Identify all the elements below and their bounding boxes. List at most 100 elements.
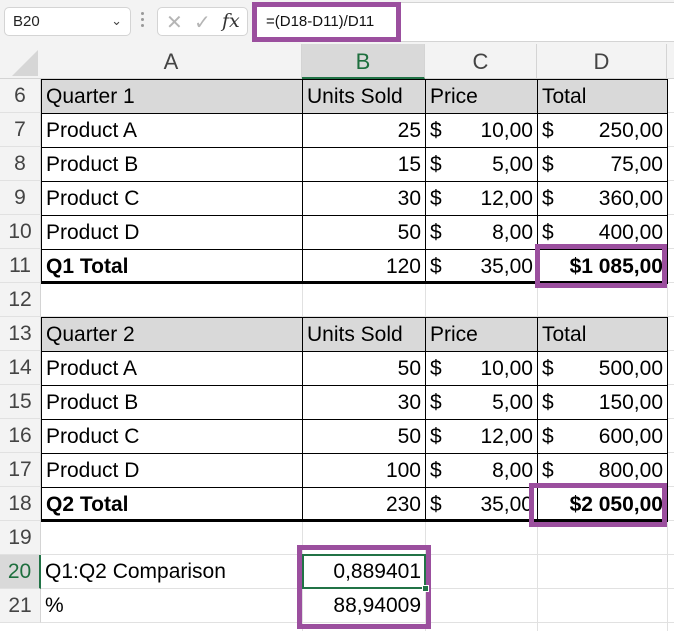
cell-a14[interactable]: Product A — [41, 351, 303, 386]
cell-d17[interactable]: $800,00 — [537, 453, 668, 488]
cell-c9[interactable]: $12,00 — [425, 181, 538, 216]
cell-a16[interactable]: Product C — [41, 419, 303, 454]
cell-a17[interactable]: Product D — [41, 453, 303, 488]
cell-value: 5,00 — [492, 391, 533, 414]
column-header-a[interactable]: A — [41, 44, 302, 79]
cell-c7[interactable]: $10,00 — [425, 113, 538, 148]
cell-c10[interactable]: $8,00 — [425, 215, 538, 250]
cell-a20[interactable]: Q1:Q2 Comparison — [41, 555, 302, 589]
cell-a7[interactable]: Product A — [41, 113, 303, 148]
currency-symbol: $ — [542, 119, 554, 142]
cell-d10[interactable]: $400,00 — [537, 215, 668, 250]
cell-value: 800,00 — [598, 459, 663, 482]
cell-d9[interactable]: $360,00 — [537, 181, 668, 216]
currency-symbol: $ — [542, 391, 554, 414]
currency-symbol: $ — [542, 153, 554, 176]
cell-a21[interactable]: % — [41, 589, 302, 623]
cell-a10[interactable]: Product D — [41, 215, 303, 250]
cell-a13[interactable]: Quarter 2 — [41, 317, 303, 352]
cell-c11[interactable]: $35,00 — [425, 249, 538, 284]
cell-b17[interactable]: 100 — [302, 453, 426, 488]
cell-b8[interactable]: 15 — [302, 147, 426, 182]
cell-value: 500,00 — [598, 357, 663, 380]
row-header-19[interactable]: 19 — [0, 521, 41, 555]
cell-d16[interactable]: $600,00 — [537, 419, 668, 454]
active-cell-b20[interactable] — [302, 554, 429, 592]
row-header-21[interactable]: 21 — [0, 589, 41, 623]
formula-buttons: ✕ ✓ fx — [157, 7, 248, 36]
cell-c18[interactable]: $35,00 — [425, 487, 538, 522]
row-header-20[interactable]: 20 — [0, 555, 41, 589]
drag-handle-icon[interactable] — [141, 12, 145, 30]
cell-c14[interactable]: $10,00 — [425, 351, 538, 386]
cell-d7[interactable]: $250,00 — [537, 113, 668, 148]
chevron-down-icon[interactable]: ⌄ — [111, 13, 122, 29]
cell-d13[interactable]: Total — [537, 317, 668, 352]
cell-b13[interactable]: Units Sold — [302, 317, 426, 352]
cell-a18[interactable]: Q2 Total — [41, 487, 303, 522]
name-box[interactable]: B20 ⌄ — [4, 7, 131, 36]
row-header-14[interactable]: 14 — [0, 351, 41, 385]
cell-b14[interactable]: 50 — [302, 351, 426, 386]
cell-c8[interactable]: $5,00 — [425, 147, 538, 182]
cell-d6[interactable]: Total — [537, 79, 668, 114]
cell-b16[interactable]: 50 — [302, 419, 426, 454]
row-header-12[interactable]: 12 — [0, 283, 41, 317]
cell-d18[interactable]: $2 050,00 — [537, 487, 668, 522]
row-header-17[interactable]: 17 — [0, 453, 41, 487]
cell-b15[interactable]: 30 — [302, 385, 426, 420]
cell-b10[interactable]: 50 — [302, 215, 426, 250]
cell-value: 35,00 — [480, 493, 533, 516]
row-header-13[interactable]: 13 — [0, 317, 41, 351]
select-all-button[interactable] — [0, 44, 41, 79]
row-header-18[interactable]: 18 — [0, 487, 41, 521]
formula-input[interactable]: =(D18-D11)/D11 — [252, 2, 674, 42]
cell-b6[interactable]: Units Sold — [302, 79, 426, 114]
cell-c6[interactable]: Price — [425, 79, 538, 114]
cell-b7[interactable]: 25 — [302, 113, 426, 148]
column-header-b[interactable]: B — [302, 44, 425, 79]
cancel-icon[interactable]: ✕ — [166, 10, 183, 35]
row-header-9[interactable]: 9 — [0, 181, 41, 215]
cell-d8[interactable]: $75,00 — [537, 147, 668, 182]
cell-b18[interactable]: 230 — [302, 487, 426, 522]
fill-handle[interactable] — [422, 585, 429, 592]
cell-a6[interactable]: Quarter 1 — [41, 79, 303, 114]
cell-value: 10,00 — [480, 119, 533, 142]
cell-c17[interactable]: $8,00 — [425, 453, 538, 488]
insert-function-icon[interactable]: fx — [222, 10, 240, 32]
cell-a9[interactable]: Product C — [41, 181, 303, 216]
cell-value: 8,00 — [492, 221, 533, 244]
column-headers: A B C D — [0, 44, 674, 79]
cell-a11[interactable]: Q1 Total — [41, 249, 303, 284]
cell-c13[interactable]: Price — [425, 317, 538, 352]
cell-a8[interactable]: Product B — [41, 147, 303, 182]
column-header-c[interactable]: C — [425, 44, 537, 79]
row-header-10[interactable]: 10 — [0, 215, 41, 249]
formula-bar: B20 ⌄ ✕ ✓ fx =(D18-D11)/D11 — [0, 0, 674, 44]
cell-d14[interactable]: $500,00 — [537, 351, 668, 386]
cell-value: 12,00 — [480, 187, 533, 210]
currency-symbol: $ — [430, 221, 442, 244]
cell-b9[interactable]: 30 — [302, 181, 426, 216]
row-header-16[interactable]: 16 — [0, 419, 41, 453]
cell-value: 5,00 — [492, 153, 533, 176]
cell-value: 250,00 — [598, 119, 663, 142]
cell-value: 35,00 — [480, 255, 533, 278]
cell-b21[interactable]: 88,94009 — [302, 589, 425, 623]
enter-icon[interactable]: ✓ — [194, 10, 211, 35]
row-header-8[interactable]: 8 — [0, 147, 41, 181]
cell-d15[interactable]: $150,00 — [537, 385, 668, 420]
cell-c16[interactable]: $12,00 — [425, 419, 538, 454]
row-header-7[interactable]: 7 — [0, 113, 41, 147]
cell-value: 150,00 — [598, 391, 663, 414]
column-header-d[interactable]: D — [537, 44, 667, 79]
cell-b11[interactable]: 120 — [302, 249, 426, 284]
row-header-6[interactable]: 6 — [0, 79, 41, 113]
cell-a15[interactable]: Product B — [41, 385, 303, 420]
row-header-11[interactable]: 11 — [0, 249, 41, 283]
row-header-15[interactable]: 15 — [0, 385, 41, 419]
cell-d11[interactable]: $1 085,00 — [537, 249, 668, 284]
currency-symbol: $ — [430, 391, 442, 414]
cell-c15[interactable]: $5,00 — [425, 385, 538, 420]
